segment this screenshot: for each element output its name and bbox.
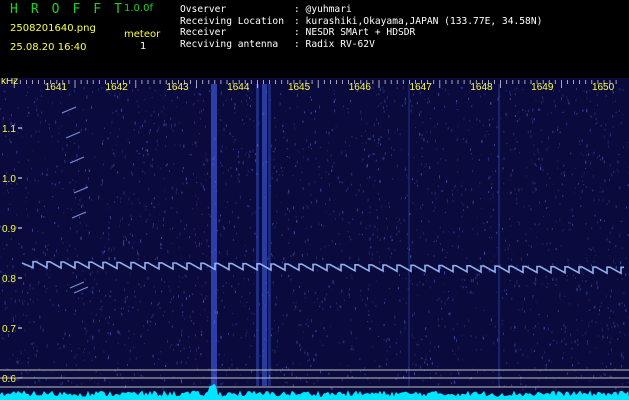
info-row-observer: Ovserver : @yuhmari	[180, 4, 542, 16]
meteor-label: meteor	[124, 29, 161, 40]
info-value: : NESDR SMArt + HDSDR	[294, 27, 416, 39]
interference-band	[211, 84, 217, 386]
info-value: : @yuhmari	[294, 4, 352, 15]
info-key: Receiver	[180, 27, 227, 39]
y-tick-label: 0.8	[2, 274, 16, 285]
x-tick-label: 1642	[106, 82, 129, 93]
spectrogram-plot: kHz 1.1 1.0 0.9 0.8 0.7 0.6 1641 1642 1643 1644 164…	[0, 78, 629, 400]
interference-band	[268, 84, 271, 386]
interference-band	[498, 84, 500, 386]
datetime-label: 25.08.20 16:40	[10, 42, 87, 53]
station-info: Ovserver : @yuhmari Receiving Location :…	[180, 4, 542, 50]
spectrogram-svg: kHz 1.1 1.0 0.9 0.8 0.7 0.6 1641 1642 1643 1644 164…	[0, 78, 629, 400]
app-logo: HROFFT	[10, 2, 135, 17]
x-tick-label: 1646	[349, 82, 372, 93]
y-axis-label: kHz	[1, 78, 18, 87]
interference-band	[408, 84, 410, 386]
y-tick-label: 1.0	[2, 174, 16, 185]
info-key: Recviving antenna	[180, 38, 279, 50]
x-tick-label: 1650	[592, 82, 615, 93]
info-value: : Radix RV-62V	[294, 38, 375, 50]
x-tick-label: 1647	[410, 82, 433, 93]
info-row-antenna: Recviving antenna : Radix RV-62V	[180, 39, 542, 51]
info-row-receiver: Receiver : NESDR SMArt + HDSDR	[180, 27, 542, 39]
x-tick-label: 1645	[288, 82, 311, 93]
interference-band	[262, 84, 267, 386]
info-key: Receiving Location	[180, 15, 284, 27]
x-tick-label: 1648	[470, 82, 493, 93]
filename-label: 2508201640.png	[10, 23, 96, 34]
y-tick-label: 0.6	[2, 374, 16, 385]
y-tick-label: 1.1	[2, 124, 16, 135]
header-panel: HROFFT 1.0.0f 2508201640.png 25.08.20 16…	[0, 0, 629, 78]
x-tick-label: 1644	[227, 82, 250, 93]
meteor-count: 1	[140, 41, 147, 52]
app-version: 1.0.0f	[124, 3, 153, 14]
y-tick-label: 0.7	[2, 324, 16, 335]
interference-band	[256, 84, 259, 386]
x-tick-label: 1649	[531, 82, 554, 93]
info-key: Ovserver	[180, 4, 227, 15]
x-tick-label: 1643	[166, 82, 189, 93]
x-tick-label: 1641	[45, 82, 68, 93]
y-tick-label: 0.9	[2, 224, 16, 235]
info-value: : kurashiki,Okayama,JAPAN (133.77E, 34.5…	[294, 15, 543, 27]
info-row-location: Receiving Location : kurashiki,Okayama,J…	[180, 16, 542, 28]
